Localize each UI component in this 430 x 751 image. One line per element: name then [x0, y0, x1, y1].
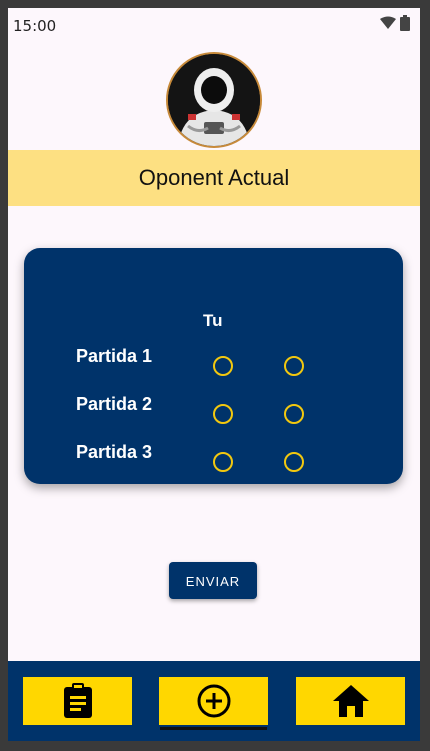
row-label-partida-1: Partida 1 [76, 346, 153, 366]
radio-partida-2-opponent[interactable] [284, 404, 304, 424]
nav-item-clipboard[interactable] [23, 677, 132, 725]
battery-icon [400, 15, 410, 31]
nav-item-home[interactable] [296, 677, 405, 725]
clipboard-icon [63, 683, 92, 718]
radio-partida-3-tu[interactable] [213, 452, 233, 472]
bottom-nav [8, 661, 420, 741]
page-title: Oponent Actual [138, 165, 290, 190]
radio-partida-1-opponent[interactable] [284, 356, 304, 376]
send-button[interactable]: ENVIAR [169, 562, 257, 599]
radio-partida-1-tu[interactable] [213, 356, 233, 376]
status-bar: 15:00 [8, 8, 420, 42]
matches-card: Tu Partida 1 Partida 2 Partida 3 [24, 248, 403, 484]
row-label-partida-2: Partida 2 [76, 394, 153, 414]
selected-nav-indicator [160, 727, 267, 730]
radio-partida-2-tu[interactable] [213, 404, 233, 424]
app-screen: 15:00 Oponent Actual Tu Partida 1 Partid… [8, 8, 420, 741]
row-label-partida-3: Partida 3 [76, 442, 153, 462]
astronaut-avatar [166, 52, 262, 148]
column-header-tu: Tu [203, 311, 223, 330]
status-icons [380, 15, 410, 31]
home-icon [332, 685, 369, 717]
radio-partida-3-opponent[interactable] [284, 452, 304, 472]
status-time: 15:00 [13, 17, 57, 35]
add-circle-icon [197, 684, 230, 718]
wifi-icon [380, 16, 396, 29]
opponent-title-band: Oponent Actual [8, 150, 420, 206]
nav-item-add[interactable] [159, 677, 268, 725]
